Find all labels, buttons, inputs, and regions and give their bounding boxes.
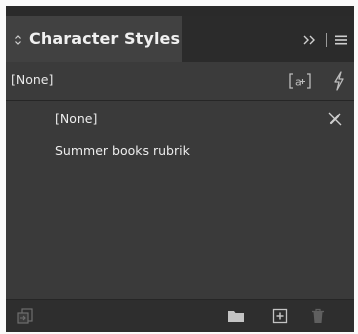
new-style-icon[interactable] bbox=[271, 307, 289, 325]
tab-character-styles[interactable]: Character Styles bbox=[6, 16, 182, 62]
list-item-label: [None] bbox=[55, 111, 98, 126]
no-edit-icon bbox=[325, 109, 345, 129]
panel-menu-icon[interactable] bbox=[334, 33, 348, 47]
lightning-icon[interactable] bbox=[333, 71, 345, 91]
panel-tab-bar: Character Styles bbox=[6, 16, 354, 62]
list-item[interactable]: [None] bbox=[6, 103, 354, 137]
tab-divider bbox=[326, 33, 327, 47]
brackets-a-icon[interactable]: a bbox=[288, 71, 312, 91]
styles-list: [None] Summer books rubrik bbox=[6, 101, 354, 299]
load-styles-icon[interactable] bbox=[16, 307, 34, 325]
panel-footer bbox=[6, 299, 354, 332]
list-item[interactable]: Summer books rubrik bbox=[6, 135, 354, 169]
character-styles-panel: Character Styles [None] a [None] Summer … bbox=[6, 6, 354, 332]
collapse-arrows-icon[interactable] bbox=[14, 34, 22, 46]
current-style-row[interactable]: [None] a bbox=[6, 62, 354, 101]
list-item-label: Summer books rubrik bbox=[55, 143, 190, 158]
panel-title: Character Styles bbox=[29, 29, 181, 48]
panel-top-strip bbox=[6, 6, 354, 16]
folder-icon[interactable] bbox=[227, 307, 245, 325]
current-style-label: [None] bbox=[11, 72, 54, 87]
expand-panel-icon[interactable] bbox=[302, 33, 318, 47]
trash-icon[interactable] bbox=[309, 307, 327, 325]
